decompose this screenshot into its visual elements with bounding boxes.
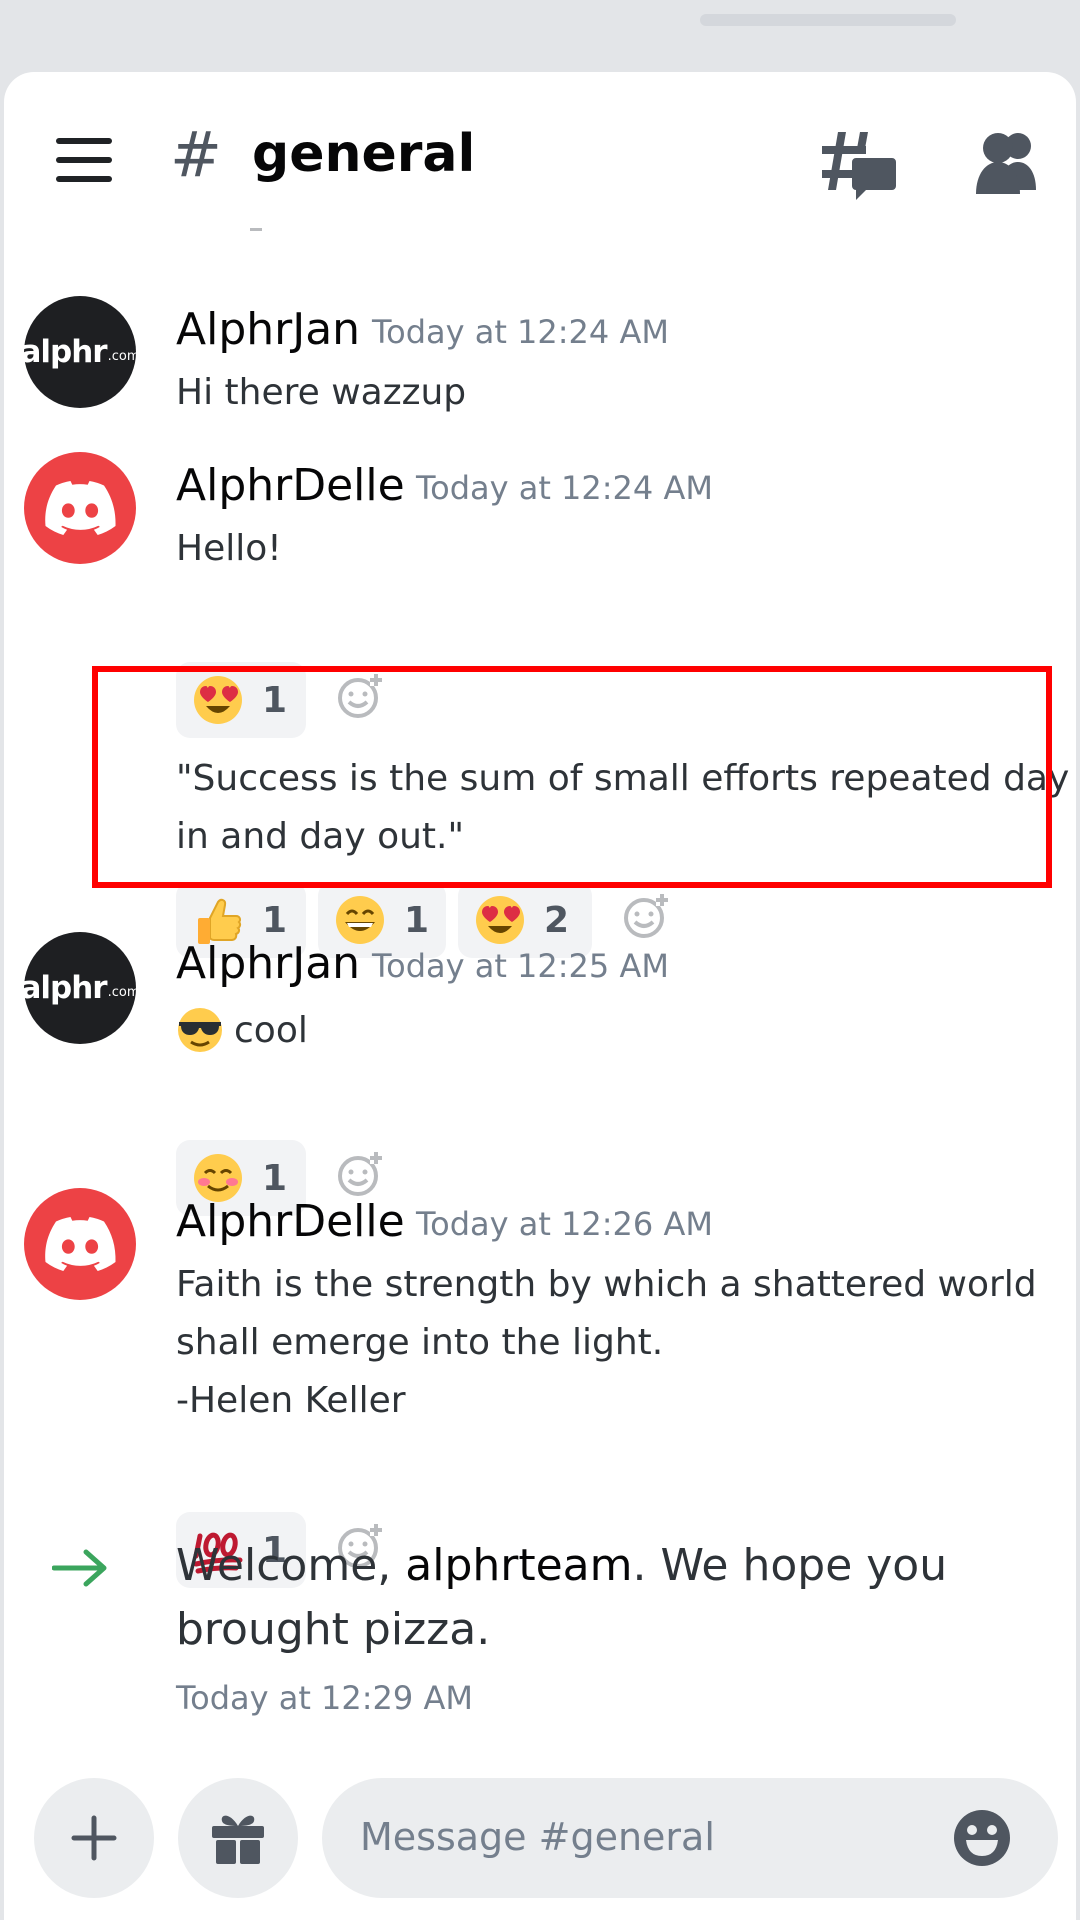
sunglasses-emoji-icon — [178, 1008, 222, 1052]
add-reaction-icon[interactable] — [336, 1150, 384, 1198]
plus-icon — [71, 1815, 117, 1861]
menu-icon[interactable] — [56, 138, 112, 182]
threads-icon[interactable] — [822, 128, 896, 202]
previous-message-fragment — [250, 222, 262, 231]
channel-hash-icon: # — [170, 118, 222, 191]
discord-logo-icon — [45, 481, 116, 535]
channel-header: # general — [4, 72, 1076, 242]
welcome-message: Welcome, alphrteam. We hope you brought … — [176, 1540, 948, 1655]
message-text: -Helen Keller — [176, 1380, 406, 1421]
message-input[interactable]: Message #general — [322, 1778, 1058, 1898]
gift-button[interactable] — [178, 1778, 298, 1898]
message-text: Hello! — [176, 528, 282, 569]
add-reaction-icon[interactable] — [622, 892, 670, 940]
reaction-count: 1 — [404, 899, 430, 941]
welcome-username[interactable]: alphrteam — [405, 1540, 632, 1591]
gift-icon — [212, 1815, 264, 1864]
timestamp: Today at 12:26 AM — [416, 1205, 713, 1243]
highlight-box — [92, 666, 1052, 888]
discord-logo-icon — [45, 1217, 116, 1271]
message-input-placeholder: Message #general — [360, 1815, 715, 1859]
chat-panel: # general alphr .com AlphrJan Today at 12… — [4, 72, 1076, 1920]
timestamp: Today at 12:24 AM — [372, 313, 669, 351]
reaction-count: 2 — [544, 899, 570, 941]
avatar[interactable]: alphr .com — [21, 296, 140, 408]
reaction-count: 1 — [262, 1157, 288, 1199]
author-name[interactable]: AlphrDelle — [176, 1200, 405, 1244]
timestamp: Today at 12:25 AM — [372, 947, 669, 985]
members-icon[interactable] — [974, 128, 1044, 198]
timestamp: Today at 12:24 AM — [416, 469, 713, 507]
join-arrow-icon — [52, 1549, 107, 1587]
avatar[interactable] — [24, 452, 136, 564]
author-name[interactable]: AlphrJan — [176, 308, 360, 352]
add-attachment-button[interactable] — [34, 1778, 154, 1898]
message-text: Faith is the strength by which a shatter… — [176, 1264, 1037, 1305]
message-text: cool — [234, 1010, 308, 1051]
avatar[interactable]: alphr .com — [21, 932, 140, 1044]
author-name[interactable]: AlphrDelle — [176, 464, 405, 508]
channel-title: general — [252, 124, 476, 184]
status-strip — [0, 0, 1080, 76]
reaction-count: 1 — [262, 899, 288, 941]
avatar[interactable] — [24, 1188, 136, 1300]
heart-eyes-emoji-icon — [474, 894, 526, 946]
status-pill — [700, 14, 956, 26]
timestamp: Today at 12:29 AM — [176, 1679, 473, 1717]
message-text: Hi there wazzup — [176, 372, 467, 413]
emoji-picker-icon[interactable] — [952, 1808, 1012, 1868]
message-text: shall emerge into the light. — [176, 1322, 664, 1363]
author-name[interactable]: AlphrJan — [176, 942, 360, 986]
